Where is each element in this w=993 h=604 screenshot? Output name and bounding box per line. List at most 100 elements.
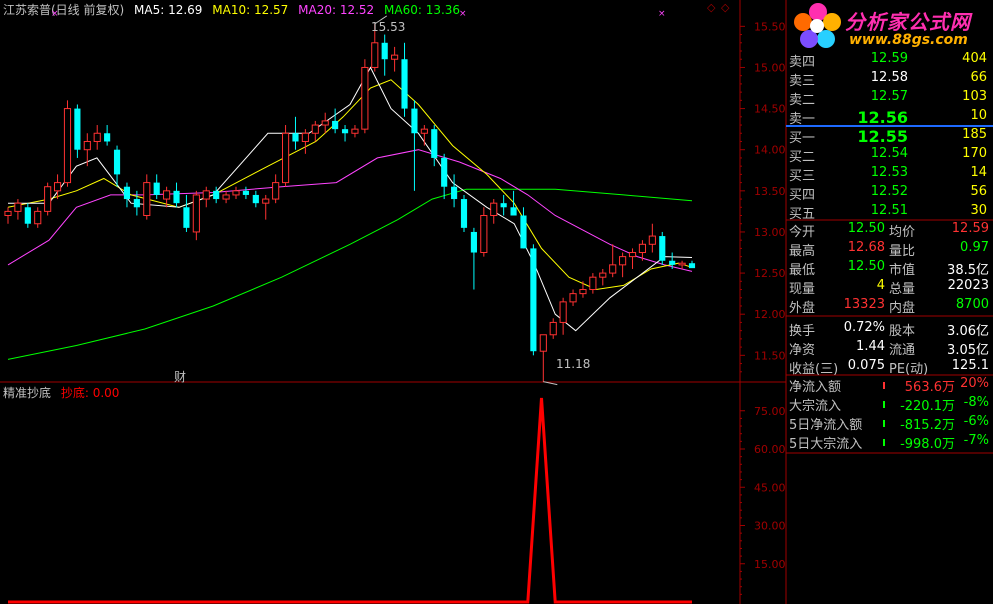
high-label: 15.53	[371, 20, 406, 34]
candle-body	[391, 54, 399, 60]
candle-body	[202, 190, 210, 200]
sell-row[interactable]: 卖四 12.59 404	[786, 51, 993, 70]
candle-body	[24, 207, 31, 224]
candle-body	[53, 182, 62, 192]
candle-body	[688, 263, 696, 269]
quote-row: 换手 0.72% 股本 3.06亿	[786, 320, 993, 339]
quote-value: 1.44	[856, 339, 885, 354]
sell-price: 12.57	[870, 89, 908, 104]
quote-label: 外盘	[789, 301, 816, 316]
quote-label: 今开	[789, 225, 816, 240]
fund-flow-value: -220.1万	[900, 399, 955, 414]
quote-value: 3.06亿	[947, 324, 989, 339]
quote-value: 0.72%	[843, 320, 885, 335]
quote-value: 3.05亿	[947, 343, 989, 358]
buy-volume: 14	[970, 165, 987, 180]
fund-flow-label: 大宗流入	[789, 399, 842, 414]
candle-body	[143, 182, 151, 217]
fund-flow-value: -815.2万	[900, 418, 955, 433]
diamond-icon[interactable]: ◇	[721, 1, 729, 14]
ma10-label: MA10: 12.57	[212, 3, 289, 17]
price-tick-label: 15.50	[754, 20, 786, 33]
quote-label: 量比	[889, 244, 916, 259]
quote-label: 总量	[889, 282, 916, 297]
candle-body	[281, 132, 290, 184]
fund-flow-value: 563.6万	[904, 380, 955, 395]
buy-row[interactable]: 买一 12.55 185	[786, 127, 993, 146]
candle-body	[153, 182, 160, 195]
sell-volume: 66	[970, 70, 987, 85]
fund-flow-pct: -7%	[963, 433, 989, 448]
finance-marker[interactable]: 财	[174, 368, 186, 385]
buy-row[interactable]: 买三 12.53 14	[786, 165, 993, 184]
price-tick-label: 13.00	[754, 226, 786, 239]
indicator-line	[8, 397, 692, 604]
candle-body	[381, 42, 388, 60]
candle-body	[401, 59, 408, 109]
candle-body	[480, 215, 488, 254]
quote-label: 收益(三)	[789, 362, 839, 377]
candle-body	[569, 293, 577, 303]
event-marker-1[interactable]: ×	[51, 9, 59, 19]
sell-row[interactable]: 卖二 12.57 103	[786, 89, 993, 108]
fund-flow-row: 5日净流入额 -815.2万 -6%	[786, 414, 993, 433]
candle-body	[252, 194, 259, 204]
price-tick-label: 12.50	[754, 267, 786, 280]
event-marker-2[interactable]: ×	[459, 9, 467, 19]
quote-value: 4	[876, 278, 885, 293]
quote-row: 最低 12.50 市值 38.5亿	[786, 259, 993, 278]
fund-flow-row: 大宗流入 -220.1万 -8%	[786, 395, 993, 414]
price-tick-label: 13.50	[754, 185, 786, 198]
sell-price: 12.58	[870, 70, 908, 85]
candle-body	[599, 272, 607, 278]
candle-body	[659, 236, 666, 261]
candle-body	[213, 190, 220, 200]
quote-label: 内盘	[889, 301, 916, 316]
event-marker-3[interactable]: ×	[658, 9, 666, 19]
candle-body	[163, 190, 171, 200]
quote-label: 市值	[889, 263, 916, 278]
indicator-name: 精准抄底	[3, 386, 52, 400]
candle-body	[262, 198, 270, 204]
sell-price: 12.59	[870, 51, 908, 66]
quote-label: 换手	[789, 324, 816, 339]
candle-body	[510, 207, 517, 216]
ma10-line	[7, 79, 693, 291]
indicator-tick-label: 45.00	[754, 481, 786, 494]
candle-body	[104, 133, 111, 142]
buy-row[interactable]: 买二 12.54 170	[786, 146, 993, 165]
ma60-label: MA60: 13.36	[384, 3, 461, 17]
buy-row[interactable]: 买五 12.51 30	[786, 203, 993, 222]
sell-row[interactable]: 卖三 12.58 66	[786, 70, 993, 89]
sell-row[interactable]: 卖一 12.56 10	[786, 108, 993, 127]
candle-body	[113, 149, 121, 175]
sell-level-label: 卖四	[789, 55, 816, 70]
buy-price: 12.53	[870, 165, 908, 180]
quote-value: 12.68	[847, 240, 885, 255]
candle-body	[351, 128, 359, 134]
candle-body	[14, 202, 22, 212]
candle-body	[4, 210, 12, 217]
candle-body	[431, 129, 438, 158]
candle-body	[648, 235, 656, 245]
quote-value: 12.59	[951, 221, 989, 236]
price-tick-label: 15.00	[754, 61, 786, 74]
candle-body	[609, 264, 617, 274]
quote-value: 13323	[843, 297, 885, 312]
diamond-icon[interactable]: ◇	[707, 1, 715, 14]
sell-level-label: 卖二	[789, 93, 816, 108]
candle-body	[678, 262, 686, 266]
low-label: 11.18	[556, 357, 591, 371]
candle-body	[83, 140, 91, 151]
buy-row[interactable]: 买四 12.52 56	[786, 184, 993, 203]
candle-body	[93, 132, 101, 142]
buy-price: 12.52	[870, 184, 908, 199]
quote-label: 股本	[889, 324, 916, 339]
price-tick-label: 14.00	[754, 144, 786, 157]
candle-body	[470, 231, 477, 253]
fund-flow-label: 5日大宗流入	[789, 437, 863, 452]
quote-row: 现量 4 总量 22023	[786, 278, 993, 297]
candle-body	[460, 199, 468, 228]
candle-body	[628, 252, 637, 258]
quote-value: 0.075	[847, 358, 885, 373]
